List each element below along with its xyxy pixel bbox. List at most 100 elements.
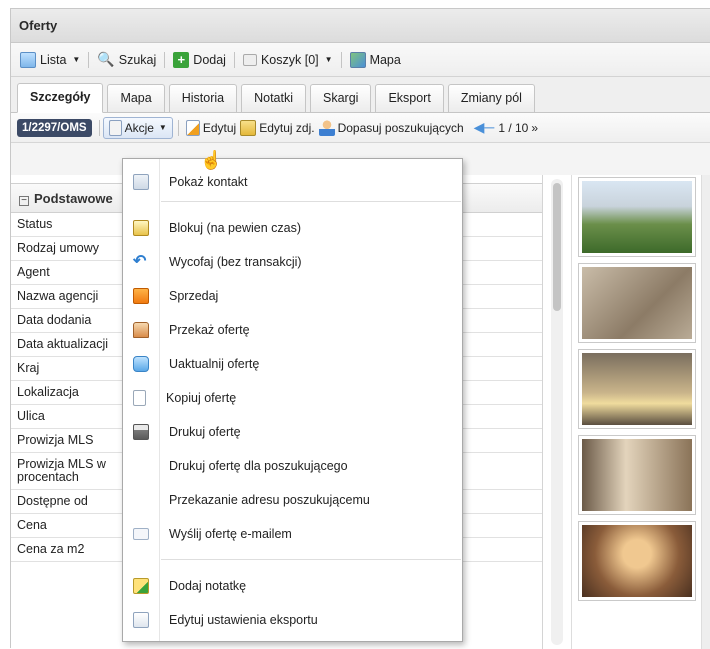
menu-item-label: Wycofaj (bez transakcji) <box>169 255 302 269</box>
menu-item-label: Pokaż kontakt <box>169 175 248 189</box>
koszyk-button[interactable]: Koszyk [0] ▼ <box>240 51 336 69</box>
offer-id-badge: 1/2297/OMS <box>17 118 92 137</box>
search-icon: 🔍 <box>97 51 115 67</box>
menu-item-sprzedaj[interactable]: Sprzedaj <box>123 281 462 311</box>
separator <box>177 119 179 136</box>
menu-item-uaktualnij[interactable]: Uaktualnij ofertę <box>123 349 462 379</box>
menu-item-label: Dodaj notatkę <box>169 579 247 593</box>
menu-item-przekaz-oferte[interactable]: Przekaż ofertę <box>123 315 462 345</box>
tab-eksport[interactable]: Eksport <box>375 84 444 112</box>
house-person-icon <box>133 322 149 338</box>
menu-item-pokaz-kontakt[interactable]: Pokaż kontakt <box>123 167 462 197</box>
tab-mapa[interactable]: Mapa <box>107 84 165 112</box>
tab-zmiany-pol[interactable]: Zmiany pól <box>447 84 535 112</box>
menu-item-przekazanie-adresu[interactable]: Przekazanie adresu poszukującemu <box>123 485 462 515</box>
export-settings-icon <box>133 612 149 628</box>
edytuj-label: Edytuj <box>202 120 237 135</box>
mapa-button[interactable]: Mapa <box>347 50 404 70</box>
tab-szczegoly[interactable]: Szczegóły <box>17 83 104 113</box>
lista-label: Lista <box>40 52 67 67</box>
tab-bar: Szczegóły Mapa Historia Notatki Skargi E… <box>11 77 710 113</box>
main-toolbar: Lista ▼ 🔍 Szukaj + Dodaj Koszyk [0] ▼ Ma… <box>11 43 710 77</box>
action-bar: 1/2297/OMS Akcje ▼ Edytuj Edytuj zdj. Do… <box>11 113 710 143</box>
szukaj-label: Szukaj <box>118 52 157 67</box>
tab-skargi[interactable]: Skargi <box>310 84 372 112</box>
lista-button[interactable]: Lista ▼ <box>17 50 83 70</box>
dopasuj-label: Dopasuj poszukujących <box>337 120 464 135</box>
dopasuj-button[interactable]: Dopasuj poszukujących <box>317 118 466 138</box>
menu-item-edytuj-eksport[interactable]: Edytuj ustawienia eksportu <box>123 605 462 635</box>
koszyk-label: Koszyk [0] <box>260 52 319 67</box>
dodaj-button[interactable]: + Dodaj <box>170 50 229 70</box>
detail-label: Prowizja MLS w procentach <box>17 457 106 484</box>
mapa-label: Mapa <box>369 52 401 67</box>
hallway-photo <box>582 439 692 511</box>
pager-label: 1 / 10 <box>498 120 529 135</box>
living-room-photo <box>582 525 692 597</box>
separator <box>233 51 235 68</box>
tab-historia[interactable]: Historia <box>168 84 238 112</box>
add-note-icon <box>133 578 149 594</box>
menu-item-blokuj[interactable]: Blokuj (na pewien czas) <box>123 213 462 243</box>
edytuj-button[interactable]: Edytuj <box>184 118 238 138</box>
edytuj-zdj-label: Edytuj zdj. <box>259 120 315 135</box>
lock-calendar-icon <box>133 220 149 236</box>
menu-item-label: Uaktualnij ofertę <box>169 357 260 371</box>
tab-notatki[interactable]: Notatki <box>241 84 306 112</box>
edytuj-zdj-button[interactable]: Edytuj zdj. <box>238 118 316 138</box>
chevron-down-icon: ▼ <box>72 55 81 64</box>
contact-card-icon <box>133 174 149 190</box>
edit-photos-icon <box>240 119 257 136</box>
akcje-dropdown-menu: Pokaż kontakt Blokuj (na pewien czas) ↶ … <box>122 158 463 642</box>
pager: 1 / 10 » <box>496 119 540 137</box>
add-icon: + <box>173 51 190 68</box>
menu-item-drukuj[interactable]: Drukuj ofertę <box>123 417 462 447</box>
edit-icon <box>185 119 200 136</box>
menu-item-label: Blokuj (na pewien czas) <box>169 221 302 235</box>
menu-item-dodaj-notatke[interactable]: Dodaj notatkę <box>123 571 462 601</box>
menu-item-label: Wyślij ofertę e-mailem <box>169 527 292 541</box>
menu-item-kopiuj[interactable]: Kopiuj ofertę <box>123 383 462 413</box>
panel-title: Oferty <box>11 9 710 43</box>
chevron-down-icon: ▼ <box>324 55 333 64</box>
menu-item-wycofaj[interactable]: ↶ Wycofaj (bez transakcji) <box>123 247 462 277</box>
double-chevron-right-icon[interactable]: » <box>531 121 538 135</box>
section-title: Podstawowe <box>34 191 113 206</box>
sell-document-icon <box>133 288 149 304</box>
menu-item-label: Przekazanie adresu poszukującemu <box>169 493 370 507</box>
menu-item-drukuj-dla-poszukujacego[interactable]: Drukuj ofertę dla poszukującego <box>123 451 462 481</box>
collapse-icon[interactable]: − <box>19 196 29 206</box>
dodaj-label: Dodaj <box>193 52 226 67</box>
printer-icon <box>133 424 149 440</box>
menu-item-label: Sprzedaj <box>169 289 219 303</box>
akcje-label: Akcje <box>124 120 154 135</box>
photo-strip <box>571 175 710 649</box>
scrollbar-thumb[interactable] <box>553 183 561 311</box>
separator <box>88 51 90 68</box>
basket-icon <box>242 53 257 66</box>
separator <box>164 51 166 68</box>
szukaj-button[interactable]: 🔍 Szukaj <box>94 49 159 70</box>
menu-separator <box>161 201 461 202</box>
right-panel-edge <box>701 175 710 649</box>
akcje-dropdown-button[interactable]: Akcje ▼ <box>102 116 173 139</box>
arrow-left-icon: ◀─ <box>473 119 495 135</box>
photo-thumbnail[interactable] <box>578 521 696 601</box>
envelope-icon <box>133 528 149 540</box>
prev-offer-button[interactable]: ◀─ <box>472 117 497 138</box>
undo-arrow-icon: ↶ <box>133 253 147 270</box>
menu-item-wyslij-email[interactable]: Wyślij ofertę e-mailem <box>123 519 462 549</box>
photo-thumbnail[interactable] <box>578 263 696 343</box>
person-match-icon <box>318 119 335 136</box>
copy-icon <box>133 390 146 406</box>
list-icon <box>20 51 36 68</box>
separator <box>98 119 100 136</box>
photo-thumbnail[interactable] <box>578 349 696 429</box>
photo-thumbnail[interactable] <box>578 177 696 257</box>
hand-cursor-icon: ☝ <box>200 150 223 170</box>
menu-separator <box>161 559 461 560</box>
menu-item-label: Edytuj ustawienia eksportu <box>169 613 318 627</box>
photo-thumbnail[interactable] <box>578 435 696 515</box>
bathroom-photo <box>582 353 692 425</box>
map-icon <box>349 51 366 68</box>
